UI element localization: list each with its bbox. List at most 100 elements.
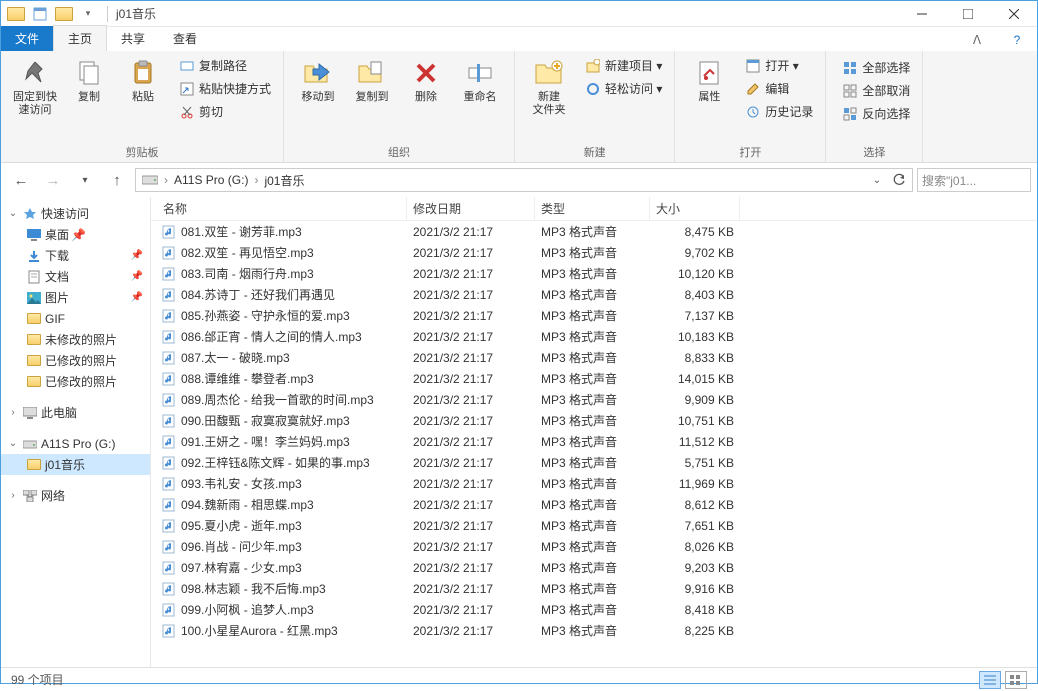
select-all-button[interactable]: 全部选择 [838,57,914,78]
edit-button[interactable]: 编辑 [741,78,817,99]
easy-access-button[interactable]: 轻松访问 ▾ [581,78,666,99]
file-row[interactable]: 096.肖战 - 问少年.mp32021/3/2 21:17MP3 格式声音8,… [151,536,1037,557]
mp3-icon [161,602,177,618]
up-button[interactable]: ↑ [103,167,131,193]
search-input[interactable]: 搜索"j01... [917,168,1031,192]
file-row[interactable]: 085.孙燕姿 - 守护永恒的爱.mp32021/3/2 21:17MP3 格式… [151,305,1037,326]
tree-modified1[interactable]: 已修改的照片 [1,350,150,371]
file-row[interactable]: 098.林志颖 - 我不后悔.mp32021/3/2 21:17MP3 格式声音… [151,578,1037,599]
tab-share[interactable]: 共享 [107,26,159,51]
address-bar[interactable]: › A11S Pro (G:) › j01音乐 ⌄ [135,168,913,192]
tree-quickaccess[interactable]: ⌄快速访问 [1,203,150,224]
breadcrumb-drive[interactable]: A11S Pro (G:) [170,173,252,187]
copy-button[interactable]: 复制 [63,55,115,106]
file-type: MP3 格式声音 [535,601,650,618]
tree-current-folder[interactable]: j01音乐 [1,454,150,475]
file-row[interactable]: 081.双笙 - 谢芳菲.mp32021/3/2 21:17MP3 格式声音8,… [151,221,1037,242]
select-none-button[interactable]: 全部取消 [838,80,914,101]
file-row[interactable]: 082.双笙 - 再见悟空.mp32021/3/2 21:17MP3 格式声音9… [151,242,1037,263]
chevron-right-icon[interactable]: › [162,173,170,187]
recent-dropdown[interactable]: ▾ [71,167,99,193]
delete-icon [410,57,442,89]
tree-network[interactable]: ›网络 [1,485,150,506]
tree-drive[interactable]: ⌄A11S Pro (G:) [1,433,150,454]
rename-button[interactable]: 重命名 [454,55,506,106]
history-button[interactable]: 历史记录 [741,101,817,122]
ribbon-collapse-button[interactable]: ᐱ [957,29,997,51]
details-view-button[interactable] [979,671,1001,689]
delete-button[interactable]: 删除 [400,55,452,106]
file-row[interactable]: 092.王梓钰&陈文辉 - 如果的事.mp32021/3/2 21:17MP3 … [151,452,1037,473]
pin-quickaccess-button[interactable]: 固定到快 速访问 [9,55,61,119]
file-name: 081.双笙 - 谢芳菲.mp3 [181,223,302,240]
new-folder-button[interactable]: 新建 文件夹 [523,55,575,119]
file-row[interactable]: 084.苏诗丁 - 还好我们再遇见2021/3/2 21:17MP3 格式声音8… [151,284,1037,305]
breadcrumb-folder[interactable]: j01音乐 [260,172,308,189]
file-date: 2021/3/2 21:17 [407,456,535,470]
breadcrumb-drive-icon[interactable] [138,174,162,186]
help-button[interactable]: ? [997,29,1037,51]
tree-thispc[interactable]: ›此电脑 [1,402,150,423]
file-row[interactable]: 100.小星星Aurora - 红黑.mp32021/3/2 21:17MP3 … [151,620,1037,641]
file-row[interactable]: 089.周杰伦 - 给我一首歌的时间.mp32021/3/2 21:17MP3 … [151,389,1037,410]
icons-view-button[interactable] [1005,671,1027,689]
col-date[interactable]: 修改日期 [407,197,535,220]
tree-gif[interactable]: GIF [1,308,150,329]
move-to-button[interactable]: 移动到 [292,55,344,106]
tree-desktop[interactable]: 桌面📌 [1,224,150,245]
tree-unmodified[interactable]: 未修改的照片 [1,329,150,350]
invert-selection-button[interactable]: 反向选择 [838,103,914,124]
file-row[interactable]: 090.田馥甄 - 寂寞寂寞就好.mp32021/3/2 21:17MP3 格式… [151,410,1037,431]
chevron-right-icon[interactable]: › [252,173,260,187]
navigation-tree[interactable]: ⌄快速访问 桌面📌 下载📌 文档📌 图片📌 GIF 未修改的照片 已修改的照片 … [1,197,151,667]
open-button[interactable]: 打开 ▾ [741,55,817,76]
shortcut-icon [179,81,195,97]
file-date: 2021/3/2 21:17 [407,309,535,323]
file-row[interactable]: 083.司南 - 烟雨行舟.mp32021/3/2 21:17MP3 格式声音1… [151,263,1037,284]
copy-to-button[interactable]: 复制到 [346,55,398,106]
minimize-button[interactable] [899,1,945,27]
file-row[interactable]: 094.魏新雨 - 相思蝶.mp32021/3/2 21:17MP3 格式声音8… [151,494,1037,515]
tab-home[interactable]: 主页 [53,25,107,51]
col-size[interactable]: 大小 [650,197,740,220]
file-type: MP3 格式声音 [535,517,650,534]
cut-button[interactable]: 剪切 [175,101,275,122]
mp3-icon [161,623,177,639]
tree-documents[interactable]: 文档📌 [1,266,150,287]
maximize-button[interactable] [945,1,991,27]
col-type[interactable]: 类型 [535,197,650,220]
file-row[interactable]: 088.谭维维 - 攀登者.mp32021/3/2 21:17MP3 格式声音1… [151,368,1037,389]
close-button[interactable] [991,1,1037,27]
file-date: 2021/3/2 21:17 [407,330,535,344]
file-row[interactable]: 087.太一 - 破晓.mp32021/3/2 21:17MP3 格式声音8,8… [151,347,1037,368]
column-headers: 名称 修改日期 类型 大小 [151,197,1037,221]
tab-file[interactable]: 文件 [1,26,53,51]
copy-path-button[interactable]: 复制路径 [175,55,275,76]
ribbon-tabs: 文件 主页 共享 查看 ᐱ ? [1,27,1037,51]
qat-customize-dropdown[interactable]: ▾ [77,3,99,25]
col-name[interactable]: 名称 [151,197,407,220]
file-row[interactable]: 097.林宥嘉 - 少女.mp32021/3/2 21:17MP3 格式声音9,… [151,557,1037,578]
tree-pictures[interactable]: 图片📌 [1,287,150,308]
back-button[interactable]: ← [7,167,35,193]
file-row[interactable]: 093.韦礼安 - 女孩.mp32021/3/2 21:17MP3 格式声音11… [151,473,1037,494]
refresh-button[interactable] [888,169,910,191]
new-item-button[interactable]: 新建项目 ▾ [581,55,666,76]
paste-shortcut-button[interactable]: 粘贴快捷方式 [175,78,275,99]
file-row[interactable]: 099.小阿枫 - 追梦人.mp32021/3/2 21:17MP3 格式声音8… [151,599,1037,620]
address-dropdown[interactable]: ⌄ [866,169,888,191]
file-row[interactable]: 086.邰正宵 - 情人之间的情人.mp32021/3/2 21:17MP3 格… [151,326,1037,347]
tree-downloads[interactable]: 下载📌 [1,245,150,266]
properties-button[interactable]: 属性 [683,55,735,106]
qat-properties-icon[interactable] [29,3,51,25]
file-list[interactable]: 名称 修改日期 类型 大小 081.双笙 - 谢芳菲.mp32021/3/2 2… [151,197,1037,667]
file-date: 2021/3/2 21:17 [407,603,535,617]
forward-button[interactable]: → [39,167,67,193]
paste-button[interactable]: 粘贴 [117,55,169,106]
tree-modified2[interactable]: 已修改的照片 [1,371,150,392]
qat-newfolder-icon[interactable] [53,3,75,25]
file-size: 8,418 KB [650,603,740,617]
tab-view[interactable]: 查看 [159,26,211,51]
file-row[interactable]: 091.王妍之 - 嘿！李兰妈妈.mp32021/3/2 21:17MP3 格式… [151,431,1037,452]
file-row[interactable]: 095.夏小虎 - 逝年.mp32021/3/2 21:17MP3 格式声音7,… [151,515,1037,536]
